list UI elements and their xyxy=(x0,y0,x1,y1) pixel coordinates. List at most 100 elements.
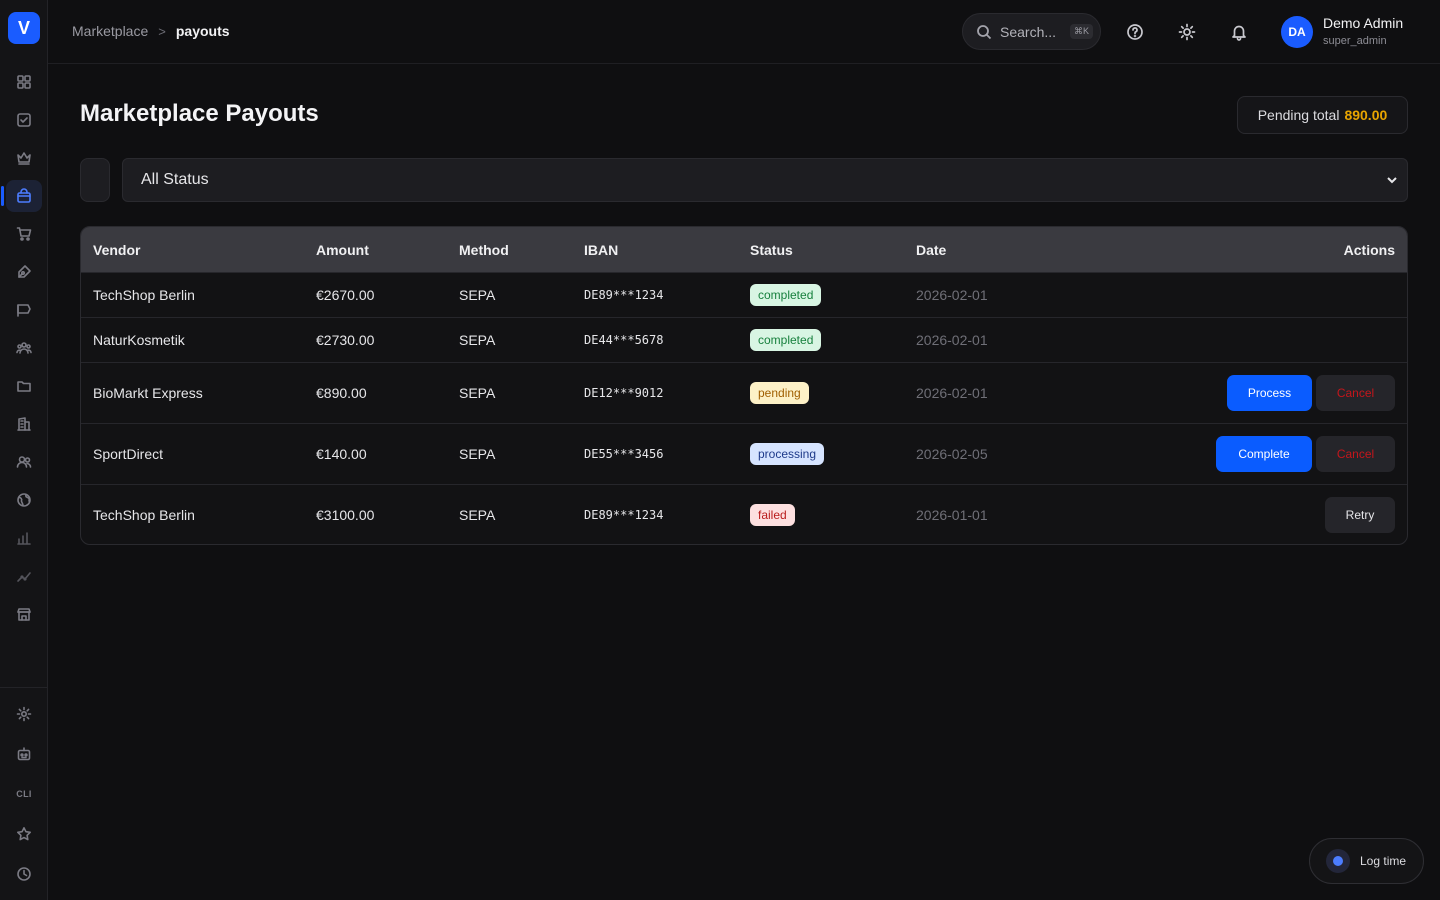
cell-amount: €890.00 xyxy=(316,385,367,401)
status-filter-select[interactable]: All Status xyxy=(122,158,1408,202)
header-status: Status xyxy=(750,242,793,258)
top-bar: Marketplace > payouts Search... ⌘K DA De… xyxy=(48,0,1440,64)
table-header: Vendor Amount Method IBAN Status Date Ac… xyxy=(81,227,1407,272)
sidebar-item-files[interactable] xyxy=(6,370,42,402)
status-badge: completed xyxy=(750,329,822,351)
cell-method: SEPA xyxy=(459,507,496,523)
sidebar-item-favorites[interactable] xyxy=(6,818,42,850)
cell-method: SEPA xyxy=(459,446,496,462)
sidebar-item-automation[interactable] xyxy=(6,738,42,770)
pending-total-label: Pending total xyxy=(1257,107,1340,123)
store-icon xyxy=(17,608,31,621)
sidebar-item-teams[interactable] xyxy=(6,332,42,364)
cell-date: 2026-02-05 xyxy=(916,446,988,462)
search-icon xyxy=(977,24,992,39)
cell-vendor: TechShop Berlin xyxy=(93,507,195,523)
header-amount: Amount xyxy=(316,242,369,258)
log-time-button[interactable]: Log time xyxy=(1309,838,1424,884)
sidebar-item-global[interactable] xyxy=(6,484,42,516)
sidebar-item-design[interactable] xyxy=(6,256,42,288)
timer-icon xyxy=(1326,849,1350,873)
table-row: BioMarkt Express €890.00 SEPA DE12***901… xyxy=(81,362,1407,423)
cell-iban: DE89***1234 xyxy=(584,508,664,522)
cell-iban: DE89***1234 xyxy=(584,288,664,302)
status-badge: failed xyxy=(750,504,795,526)
sidebar: V CLI xyxy=(0,0,48,900)
pen-tool-icon xyxy=(18,265,31,278)
cell-iban: DE55***3456 xyxy=(584,447,664,461)
pending-total-badge: Pending total 890.00 xyxy=(1237,96,1408,134)
status-badge: processing xyxy=(750,443,825,465)
cell-vendor: TechShop Berlin xyxy=(93,287,195,303)
sidebar-item-dashboard[interactable] xyxy=(6,66,42,98)
retry-button[interactable]: Retry xyxy=(1325,497,1395,533)
cell-amount: €2730.00 xyxy=(316,332,375,348)
sidebar-item-marketplace[interactable] xyxy=(1,180,42,212)
avatar[interactable]: DA xyxy=(1281,16,1313,48)
log-time-label: Log time xyxy=(1360,854,1407,868)
cell-amount: €3100.00 xyxy=(316,507,375,523)
bell-icon xyxy=(1232,25,1246,41)
cell-iban: DE12***9012 xyxy=(584,386,664,400)
status-badge: pending xyxy=(750,382,809,404)
cart-icon xyxy=(16,227,32,241)
user-name[interactable]: Demo Admin xyxy=(1323,15,1403,31)
robot-icon xyxy=(17,747,31,761)
cli-label: CLI xyxy=(16,789,32,799)
globe-icon xyxy=(17,493,31,507)
app-logo[interactable]: V xyxy=(8,12,40,44)
cell-date: 2026-02-01 xyxy=(916,332,988,348)
breadcrumb-marketplace[interactable]: Marketplace xyxy=(72,23,148,39)
chevron-down-icon xyxy=(1385,173,1399,187)
header-iban: IBAN xyxy=(584,242,619,258)
search-button[interactable]: Search... ⌘K xyxy=(962,13,1101,50)
pending-total-value: 890.00 xyxy=(1344,107,1388,123)
sidebar-item-tasks[interactable] xyxy=(6,104,42,136)
table-row: SportDirect €140.00 SEPA DE55***3456 pro… xyxy=(81,423,1407,484)
team-icon xyxy=(16,342,32,354)
cell-vendor: BioMarkt Express xyxy=(93,385,203,401)
clock-icon xyxy=(17,867,31,881)
breadcrumb: Marketplace > payouts xyxy=(72,23,230,39)
sidebar-item-users[interactable] xyxy=(6,446,42,478)
header-method: Method xyxy=(459,242,509,258)
cell-amount: €140.00 xyxy=(316,446,367,462)
complete-button[interactable]: Complete xyxy=(1216,436,1312,472)
notifications-button[interactable] xyxy=(1227,20,1251,44)
cell-date: 2026-02-01 xyxy=(916,287,988,303)
status-badge: completed xyxy=(750,284,822,306)
sidebar-divider xyxy=(0,687,48,688)
users-icon xyxy=(16,456,32,468)
sidebar-item-cli[interactable]: CLI xyxy=(6,778,42,810)
help-button[interactable] xyxy=(1123,20,1147,44)
sidebar-item-premium[interactable] xyxy=(6,142,42,174)
help-icon xyxy=(1127,24,1143,40)
sidebar-item-companies[interactable] xyxy=(6,408,42,440)
status-filter-value: All Status xyxy=(141,171,209,188)
sidebar-item-orders[interactable] xyxy=(6,218,42,250)
sidebar-item-reports[interactable] xyxy=(6,522,42,554)
header-date: Date xyxy=(916,242,947,258)
sidebar-item-analytics[interactable] xyxy=(6,560,42,592)
filter-button[interactable] xyxy=(80,158,110,202)
gear-icon xyxy=(16,706,32,722)
process-button[interactable]: Process xyxy=(1227,375,1312,411)
cancel-button[interactable]: Cancel xyxy=(1316,436,1395,472)
building-icon xyxy=(17,417,31,431)
cell-method: SEPA xyxy=(459,332,496,348)
breadcrumb-current: payouts xyxy=(175,23,230,39)
breadcrumb-separator: > xyxy=(158,23,166,39)
cell-date: 2026-02-01 xyxy=(916,385,988,401)
cancel-button[interactable]: Cancel xyxy=(1316,375,1395,411)
sidebar-item-stores[interactable] xyxy=(6,598,42,630)
header-actions: Actions xyxy=(1343,242,1395,258)
sidebar-item-campaigns[interactable] xyxy=(6,294,42,326)
flag-icon xyxy=(17,304,31,317)
folder-icon xyxy=(17,381,31,392)
cell-iban: DE44***5678 xyxy=(584,333,664,347)
table-row: TechShop Berlin €3100.00 SEPA DE89***123… xyxy=(81,484,1407,544)
theme-toggle[interactable] xyxy=(1175,20,1199,44)
page-title: Marketplace Payouts xyxy=(80,100,319,127)
sidebar-item-settings[interactable] xyxy=(6,698,42,730)
sidebar-item-history[interactable] xyxy=(6,858,42,890)
